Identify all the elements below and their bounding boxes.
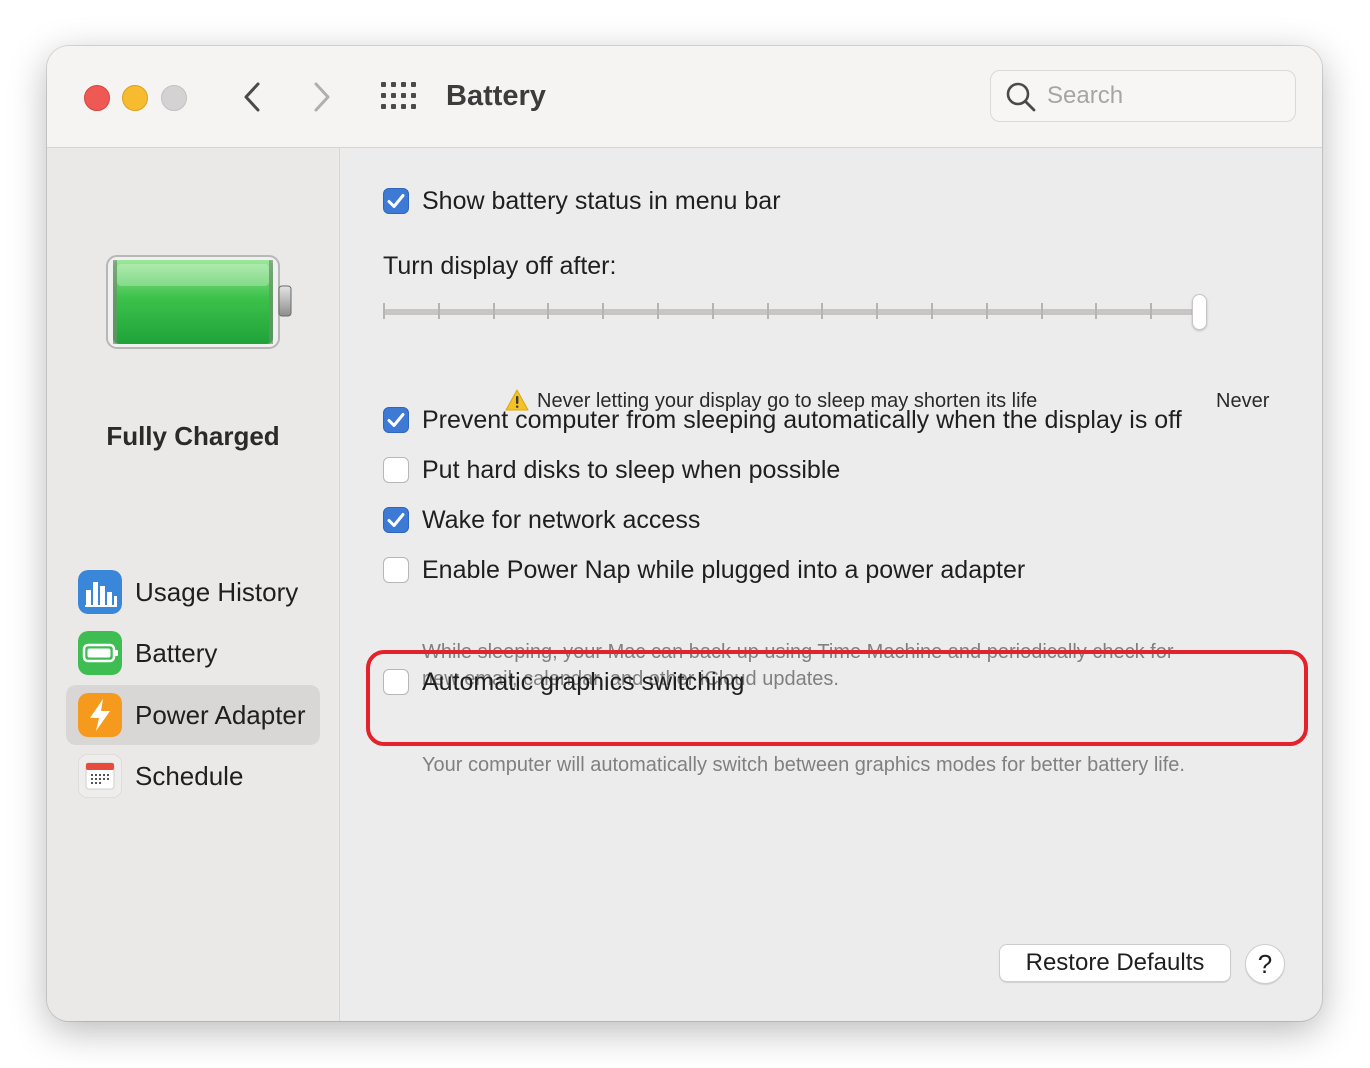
checkbox-label: Wake for network access <box>422 506 701 534</box>
grid-icon <box>381 82 416 109</box>
slider-tick <box>931 303 933 319</box>
sidebar-item-label: Power Adapter <box>135 700 306 730</box>
display-off-slider-knob[interactable] <box>1192 294 1207 330</box>
sidebar-item-battery[interactable]: Battery <box>66 623 320 683</box>
hard-disks-checkbox[interactable] <box>383 457 409 483</box>
zoom-window-button[interactable] <box>161 85 187 111</box>
slider-fill <box>383 309 1207 315</box>
sidebar-item-power-adapter[interactable]: Power Adapter <box>66 685 320 745</box>
wake-network-checkbox[interactable] <box>383 507 409 533</box>
lightning-icon <box>78 693 122 737</box>
power-nap-checkbox[interactable] <box>383 557 409 583</box>
back-button[interactable] <box>235 78 269 116</box>
prevent-sleep-checkbox[interactable] <box>383 407 409 433</box>
minimize-window-button[interactable] <box>122 85 148 111</box>
sidebar-item-schedule[interactable]: Schedule <box>66 746 320 806</box>
slider-tick <box>1040 303 1043 319</box>
sidebar-item-label: Usage History <box>135 577 299 607</box>
slider-tick <box>383 303 385 319</box>
window-title: Battery <box>446 80 546 112</box>
search-input[interactable] <box>1047 71 1287 121</box>
system-preferences-window: Battery Search Fully Charged Usage Histo… <box>47 46 1322 1021</box>
checkbox-label: Put hard disks to sleep when possible <box>422 456 841 484</box>
battery-status-label: Fully Charged <box>106 421 280 451</box>
slider-tick <box>437 303 440 319</box>
slider-tick <box>985 303 988 319</box>
checkmark-icon <box>387 194 405 208</box>
settings-pane: Show battery status in menu bar Turn dis… <box>340 148 1322 1021</box>
slider-tick <box>876 303 879 319</box>
battery-level-icon <box>106 255 292 349</box>
slider-tick <box>602 303 605 319</box>
slider-tick <box>821 303 824 319</box>
sidebar-item-label: Battery <box>135 638 218 668</box>
graphics-switching-description: Your computer will automatically switch … <box>422 754 1185 776</box>
show-all-button[interactable] <box>381 81 417 111</box>
checkbox-label: Show battery status in menu bar <box>422 187 781 215</box>
slider-tick <box>711 303 714 319</box>
slider-tick <box>1095 303 1098 319</box>
display-off-slider-track[interactable] <box>383 309 1207 315</box>
sidebar-item-usage-history[interactable]: Usage History <box>66 562 320 622</box>
slider-tick <box>657 303 659 319</box>
title-bar: Battery <box>47 46 1322 148</box>
slider-end-label: Never <box>1216 390 1270 412</box>
help-button[interactable]: ? <box>1245 944 1285 984</box>
restore-defaults-button[interactable]: Restore Defaults <box>999 944 1231 982</box>
sidebar: Fully Charged Usage History Battery Powe… <box>47 148 340 1021</box>
search-field[interactable] <box>990 70 1296 122</box>
forward-button[interactable] <box>305 78 339 116</box>
slider-tick <box>1150 303 1153 319</box>
checkmark-icon <box>387 513 405 527</box>
battery-icon <box>78 631 122 675</box>
sidebar-item-label: Schedule <box>135 761 244 791</box>
slider-tick <box>766 303 769 319</box>
checkbox-label: Prevent computer from sleeping automatic… <box>422 406 1182 434</box>
close-window-button[interactable] <box>84 85 110 111</box>
highlight-annotation <box>366 650 1308 746</box>
checkmark-icon <box>387 413 405 427</box>
search-icon <box>1006 82 1036 112</box>
slider-tick <box>547 303 550 319</box>
calendar-icon <box>78 754 122 798</box>
checkbox-label: Enable Power Nap while plugged into a po… <box>422 556 1026 584</box>
chevron-left-icon <box>244 82 260 112</box>
chart-icon <box>78 570 122 614</box>
show-battery-status-checkbox[interactable] <box>383 188 409 214</box>
chevron-right-icon <box>314 82 330 112</box>
display-off-heading: Turn display off after: <box>383 252 617 280</box>
slider-tick <box>492 303 495 319</box>
